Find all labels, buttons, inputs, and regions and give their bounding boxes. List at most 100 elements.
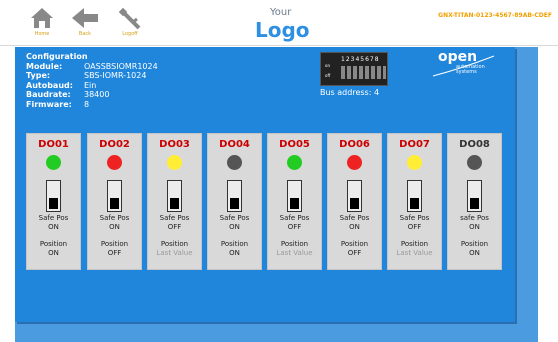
- position-value: Last Value: [396, 249, 433, 257]
- key-icon: [118, 7, 141, 30]
- logoff-button[interactable]: Logoff: [110, 6, 150, 42]
- switch-knob: [230, 198, 239, 209]
- safe-pos-label: Safe Pos: [279, 214, 310, 222]
- dip-switch-8: [383, 66, 386, 79]
- output-toggle-switch[interactable]: [467, 180, 482, 212]
- dip-switch: 12345678 on off: [320, 52, 388, 86]
- brand-tagline: automation systems: [456, 64, 485, 75]
- logoff-label: Logoff: [122, 31, 138, 37]
- position-label: Position: [160, 240, 189, 248]
- status-led: [227, 155, 242, 170]
- dip-numbers: 12345678: [341, 56, 380, 63]
- home-icon: [31, 8, 53, 28]
- config-row-firmware: Firmware: 8: [26, 99, 90, 109]
- output-name: DO01: [38, 139, 69, 150]
- output-toggle-switch[interactable]: [227, 180, 242, 212]
- position-block: Position ON: [208, 240, 261, 258]
- output-name: DO04: [219, 139, 250, 150]
- dip-switch-3: [353, 66, 357, 79]
- status-led: [167, 155, 182, 170]
- output-name: DO03: [159, 139, 190, 150]
- safe-pos-label: Safe Pos: [99, 214, 130, 222]
- status-led: [107, 155, 122, 170]
- output-card-do03: DO03 Safe Pos OFF Position Last Value: [147, 133, 202, 270]
- position-block: Position OFF: [88, 240, 141, 258]
- position-block: Position Last Value: [388, 240, 441, 258]
- status-led: [287, 155, 302, 170]
- safe-pos-label: Safe Pos: [399, 214, 430, 222]
- safe-pos-value: ON: [48, 223, 59, 231]
- position-value: ON: [48, 249, 59, 257]
- bus-address: Bus address: 4: [320, 88, 380, 97]
- top-bar: Home Back Logoff Your Logo GNX-TITAN-012…: [0, 0, 558, 44]
- position-label: Position: [100, 240, 129, 248]
- output-toggle-switch[interactable]: [167, 180, 182, 212]
- output-card-do05: DO05 Safe Pos OFF Position Last Value: [267, 133, 322, 270]
- safe-pos-value: ON: [469, 223, 480, 231]
- home-button[interactable]: Home: [22, 6, 62, 42]
- safe-pos-label: Safe Pos: [219, 214, 250, 222]
- safe-pos-block: Safe Pos ON: [27, 214, 80, 232]
- safe-pos-label: safe Pos: [460, 214, 489, 222]
- safe-pos-block: safe Pos ON: [448, 214, 501, 232]
- dip-switch-1: [341, 66, 345, 79]
- back-button[interactable]: Back: [65, 6, 105, 42]
- dip-switch-2: [347, 66, 351, 79]
- safe-pos-label: Safe Pos: [339, 214, 370, 222]
- safe-pos-value: ON: [109, 223, 120, 231]
- output-card-do06: DO06 Safe Pos ON Position OFF: [327, 133, 382, 270]
- output-card-do07: DO07 Safe Pos OFF Position Last Value: [387, 133, 442, 270]
- output-toggle-switch[interactable]: [347, 180, 362, 212]
- switch-knob: [410, 198, 419, 209]
- brand-open: open: [438, 49, 478, 65]
- output-name: DO02: [99, 139, 130, 150]
- dip-off-label: off: [325, 73, 331, 78]
- safe-pos-block: Safe Pos OFF: [148, 214, 201, 232]
- output-card-do08: DO08 safe Pos ON Position ON: [447, 133, 502, 270]
- position-label: Position: [220, 240, 249, 248]
- position-block: Position Last Value: [268, 240, 321, 258]
- position-label: Position: [280, 240, 309, 248]
- brand-logo: open automation systems: [428, 49, 498, 80]
- output-toggle-switch[interactable]: [46, 180, 61, 212]
- safe-pos-label: Safe Pos: [159, 214, 190, 222]
- config-block: Configuration Module: OASSBSIOMR1024 Type…: [26, 52, 158, 109]
- output-toggle-switch[interactable]: [287, 180, 302, 212]
- safe-pos-value: ON: [229, 223, 240, 231]
- safe-pos-value: ON: [349, 223, 360, 231]
- position-value: ON: [229, 249, 240, 257]
- status-led: [347, 155, 362, 170]
- switch-knob: [290, 198, 299, 209]
- position-label: Position: [460, 240, 489, 248]
- position-block: Position ON: [448, 240, 501, 258]
- config-row-module: Module: OASSBSIOMR1024: [26, 61, 158, 71]
- switch-knob: [470, 198, 479, 209]
- safe-pos-block: Safe Pos OFF: [388, 214, 441, 232]
- switch-knob: [350, 198, 359, 209]
- position-label: Position: [39, 240, 68, 248]
- status-led: [467, 155, 482, 170]
- position-label: Position: [400, 240, 429, 248]
- output-toggle-switch[interactable]: [407, 180, 422, 212]
- safe-pos-label: Safe Pos: [38, 214, 69, 222]
- serial-number: GNX-TITAN-0123-4567-89AB-CDEF: [438, 12, 552, 19]
- output-name: DO08: [459, 139, 490, 150]
- back-arrow-icon: [72, 8, 98, 28]
- safe-pos-block: Safe Pos OFF: [268, 214, 321, 232]
- dip-switch-6: [371, 66, 375, 79]
- config-row-baudrate: Baudrate: 38400: [26, 90, 110, 99]
- output-name: DO05: [279, 139, 310, 150]
- position-block: Position OFF: [328, 240, 381, 258]
- output-card-do02: DO02 Safe Pos ON Position OFF: [87, 133, 142, 270]
- output-card-do04: DO04 Safe Pos ON Position ON: [207, 133, 262, 270]
- back-label: Back: [78, 31, 92, 37]
- home-label: Home: [34, 31, 50, 37]
- safe-pos-value: OFF: [407, 223, 422, 231]
- switch-knob: [170, 198, 179, 209]
- output-toggle-switch[interactable]: [107, 180, 122, 212]
- switch-knob: [110, 198, 119, 209]
- position-value: OFF: [107, 249, 122, 257]
- position-label: Position: [340, 240, 369, 248]
- safe-pos-value: OFF: [287, 223, 302, 231]
- safe-pos-block: Safe Pos ON: [208, 214, 261, 232]
